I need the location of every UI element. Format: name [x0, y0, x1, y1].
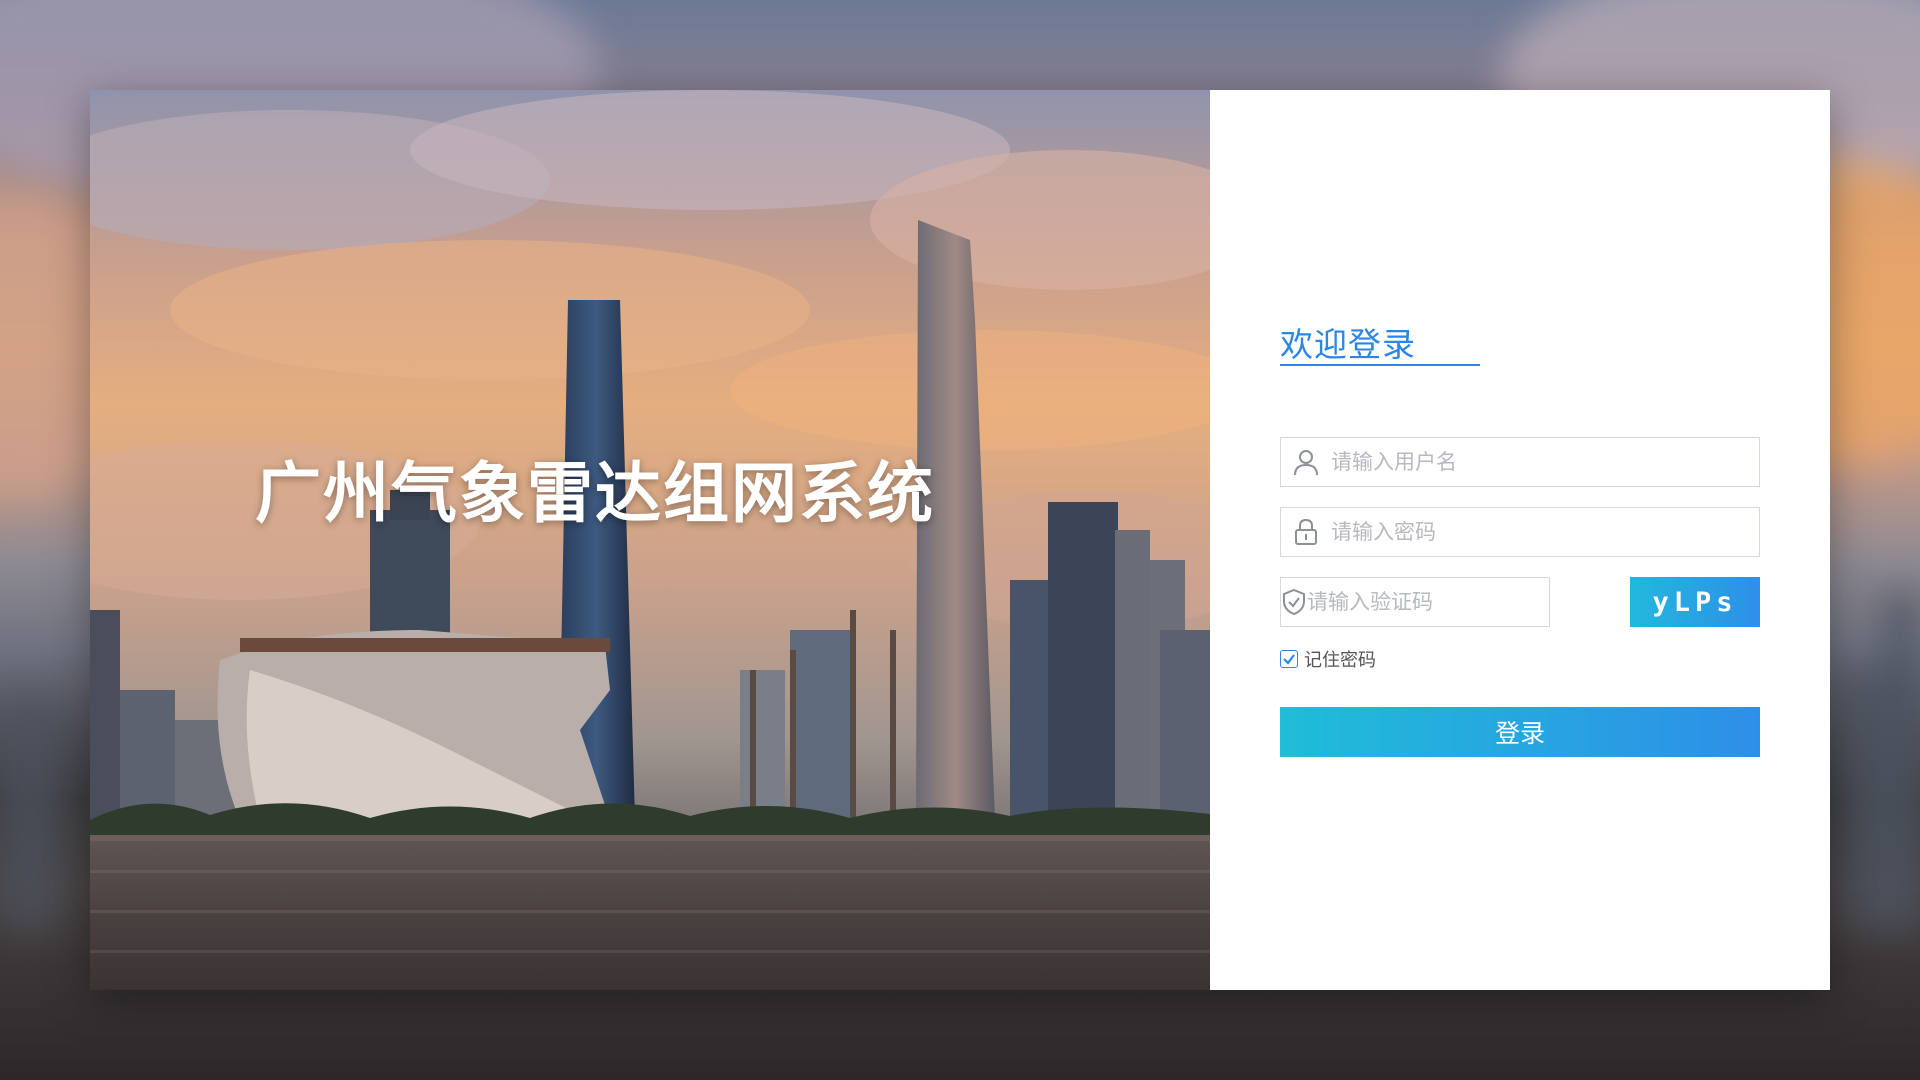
captcha-image[interactable]: yLPs [1630, 577, 1760, 627]
system-title: 广州气象雷达组网系统 [255, 455, 935, 532]
welcome-underline [1280, 364, 1480, 366]
lock-icon [1281, 508, 1331, 556]
captcha-field [1280, 577, 1575, 627]
remember-label: 记住密码 [1304, 650, 1376, 671]
username-input[interactable] [1331, 439, 1759, 485]
remember-checkbox[interactable] [1280, 650, 1298, 668]
city-skyline-photo: 广州气象雷达组网系统 [90, 90, 1210, 990]
background-building [0, 700, 60, 930]
password-field [1280, 507, 1760, 557]
login-card: 广州气象雷达组网系统 欢迎登录 请输入用户名 请输入验证码 yLPs 记住密码 … [90, 90, 1830, 990]
username-field [1280, 437, 1760, 487]
user-icon [1281, 438, 1331, 486]
login-panel: 欢迎登录 请输入用户名 请输入验证码 yLPs 记住密码 登录 [1210, 90, 1830, 990]
welcome-heading: 欢迎登录 [1280, 325, 1416, 364]
remember-password[interactable]: 记住密码 [1280, 646, 1376, 672]
password-input[interactable] [1331, 509, 1759, 555]
background-building [1880, 590, 1920, 930]
login-button[interactable]: 登录 [1280, 707, 1760, 757]
captcha-input[interactable] [1307, 579, 1575, 625]
shield-check-icon [1281, 578, 1307, 626]
skyline-illustration [90, 90, 1210, 990]
checkmark-icon [1283, 654, 1295, 665]
